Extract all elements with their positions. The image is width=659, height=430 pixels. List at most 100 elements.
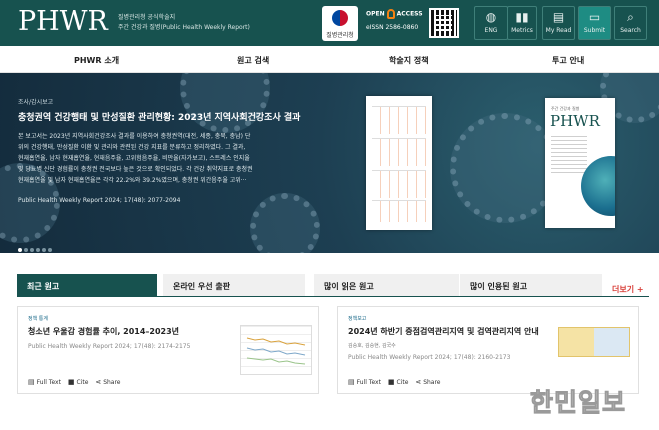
virus-decoration-icon (250, 193, 320, 253)
hero-banner[interactable]: 조사/감시보고 충청권역 건강행태 및 만성질환 관리현황: 2023년 지역사… (0, 73, 659, 253)
slide-dot[interactable] (48, 248, 52, 252)
tab-recent[interactable]: 최근 원고 (17, 274, 157, 296)
eng-label: ENG (484, 27, 498, 34)
menu-item-policy[interactable]: 학술지 정책 (389, 55, 429, 66)
mini-chart (372, 106, 426, 134)
article-title[interactable]: 2024년 하반기 중점검역관리지역 및 검역관리지역 안내 (348, 326, 539, 337)
slide-dot[interactable] (36, 248, 40, 252)
mini-chart (372, 200, 426, 222)
monitor-icon: ▭ (588, 10, 601, 24)
article-category: 정책보고 (348, 316, 367, 322)
article-figure-thumbnail[interactable] (366, 96, 432, 230)
full-text-link[interactable]: ▤ Full Text (348, 378, 381, 386)
cite-label: Cite (396, 379, 409, 386)
article-category: 정책 통계 (28, 316, 48, 322)
share-label: Share (103, 379, 121, 386)
tab-most-cited[interactable]: 많이 인용된 원고 (460, 274, 602, 296)
cover-toc (551, 136, 587, 176)
mini-chart (372, 138, 426, 166)
top-header: PHWR 질병관리청 공식학술지 주간 건강과 질병(Public Health… (0, 0, 659, 46)
more-link[interactable]: 더보기 + (612, 284, 644, 295)
book-icon: ▤ (552, 10, 565, 24)
taegeuk-emblem-icon (332, 10, 348, 26)
cite-icon: ■ (67, 378, 75, 386)
share-link[interactable]: ⋖ Share (415, 378, 441, 386)
article-card[interactable]: 정책보고 2024년 하반기 중점검역관리지역 및 검역관리지역 안내 김승호,… (337, 306, 639, 394)
watermark: 한민일보 (529, 388, 627, 418)
full-text-label: Full Text (36, 379, 61, 386)
submit-label: Submit (583, 27, 606, 34)
logo-subtitle: 질병관리청 공식학술지 주간 건강과 질병(Public Health Week… (118, 13, 250, 33)
article-tabs: 최근 원고 온라인 우선 출판 많이 읽은 원고 많이 인용된 원고 (17, 274, 649, 296)
qr-code-icon[interactable] (429, 8, 459, 38)
globe-icon: ◍ (485, 10, 497, 24)
document-icon: ▤ (348, 378, 355, 386)
share-label: Share (423, 379, 441, 386)
main-menu: PHWR 소개 원고 검색 학술지 정책 투고 안내 (0, 46, 659, 73)
logo-subtitle-line2: 주간 건강과 질병(Public Health Weekly Report) (118, 24, 250, 31)
kdca-label: 질병관리청 (326, 32, 354, 39)
article-card[interactable]: 정책 통계 청소년 우울감 경험률 추이, 2014–2023년 Public … (17, 306, 319, 394)
submit-button[interactable]: ▭ Submit (578, 6, 611, 40)
trend-chart-thumbnail (246, 337, 306, 365)
metrics-label: Metrics (511, 27, 533, 34)
cite-link[interactable]: ■ Cite (67, 378, 89, 386)
search-button[interactable]: ⌕ Search (614, 6, 647, 40)
menu-item-submission[interactable]: 투고 안내 (552, 55, 584, 66)
cover-logo: PHWR (550, 112, 600, 130)
slide-dot[interactable] (42, 248, 46, 252)
hero-category: 조사/감시보고 (18, 99, 54, 106)
tab-underline (17, 296, 649, 297)
document-icon: ▤ (28, 378, 35, 386)
slide-indicator (18, 237, 54, 253)
open-lock-icon (386, 9, 395, 19)
mini-chart (372, 170, 426, 198)
bar-chart-icon: ▮▮ (515, 10, 529, 24)
full-text-link[interactable]: ▤ Full Text (28, 378, 61, 386)
metrics-button[interactable]: ▮▮ Metrics (507, 6, 537, 40)
article-thumbnail[interactable] (558, 327, 630, 357)
search-label: Search (620, 27, 641, 34)
hero-title[interactable]: 충청권역 건강행태 및 만성질환 관리현황: 2023년 지역사회건강조사 결과 (18, 110, 300, 123)
tab-most-read[interactable]: 많이 읽은 원고 (314, 274, 459, 296)
slide-dot[interactable] (30, 248, 34, 252)
search-icon: ⌕ (627, 10, 634, 24)
kdca-logo[interactable]: 질병관리청 (322, 6, 358, 41)
virus-decoration-icon (180, 73, 270, 133)
tab-online-first[interactable]: 온라인 우선 출판 (163, 274, 305, 296)
article-thumbnail[interactable] (240, 325, 312, 375)
issn-text: eISSN 2586-0860 (366, 24, 419, 31)
article-citation: Public Health Weekly Report 2024; 17(48)… (28, 343, 191, 350)
hero-abstract-line: 현재흡연율 및 남자 현재흡연율은 각각 22.2%와 39.2%였으며, 충청… (18, 177, 247, 184)
slide-dot[interactable] (18, 248, 22, 252)
open-access-badge: OPEN ACCESS eISSN 2586-0860 (366, 9, 424, 31)
journal-cover[interactable]: 주간 건강과 질병 PHWR (545, 98, 615, 228)
share-icon: ⋖ (95, 378, 102, 386)
slide-dot[interactable] (24, 248, 28, 252)
article-actions: ▤ Full Text ■ Cite ⋖ Share (348, 378, 446, 386)
virus-decoration-icon (450, 113, 560, 223)
article-authors: 김승호, 김승현, 김국수 (348, 343, 396, 349)
phwr-logo[interactable]: PHWR (18, 6, 108, 37)
cite-icon: ■ (387, 378, 395, 386)
hero-abstract-line: 현재흡연율, 남자 현재흡연율, 현재음주율, 고위험음주율, 비만율(자가보고… (18, 155, 250, 162)
hero-abstract-line: 위의 건강행태, 만성질환 이환 및 관리와 관련된 건강 지표를 분류하고 정… (18, 144, 246, 151)
hero-abstract-line: 및 당뇨병 신단 경험률이 충청권 전국보다 높은 것으로 확인되었다. 각 건… (18, 166, 253, 173)
menu-item-search[interactable]: 원고 검색 (237, 55, 269, 66)
article-actions: ▤ Full Text ■ Cite ⋖ Share (28, 378, 126, 386)
cite-link[interactable]: ■ Cite (387, 378, 409, 386)
hero-abstract: 본 보고서는 2023년 지역사회건강조사 결과를 이용하여 충청권역(대전, … (18, 131, 296, 186)
share-link[interactable]: ⋖ Share (95, 378, 121, 386)
article-title[interactable]: 청소년 우울감 경험률 추이, 2014–2023년 (28, 326, 179, 337)
hero-citation: Public Health Weekly Report 2024; 17(48)… (18, 197, 181, 204)
open-access-right: ACCESS (396, 10, 423, 18)
share-icon: ⋖ (415, 378, 422, 386)
menu-item-about[interactable]: PHWR 소개 (74, 55, 119, 66)
cite-label: Cite (76, 379, 89, 386)
my-read-button[interactable]: ▤ My Read (542, 6, 575, 40)
logo-subtitle-line1: 질병관리청 공식학술지 (118, 14, 176, 21)
hero-abstract-line: 본 보고서는 2023년 지역사회건강조사 결과를 이용하여 충청권역(대전, … (18, 133, 251, 140)
article-citation: Public Health Weekly Report 2024; 17(48)… (348, 354, 511, 361)
eng-button[interactable]: ◍ ENG (474, 6, 508, 40)
my-read-label: My Read (545, 27, 572, 34)
